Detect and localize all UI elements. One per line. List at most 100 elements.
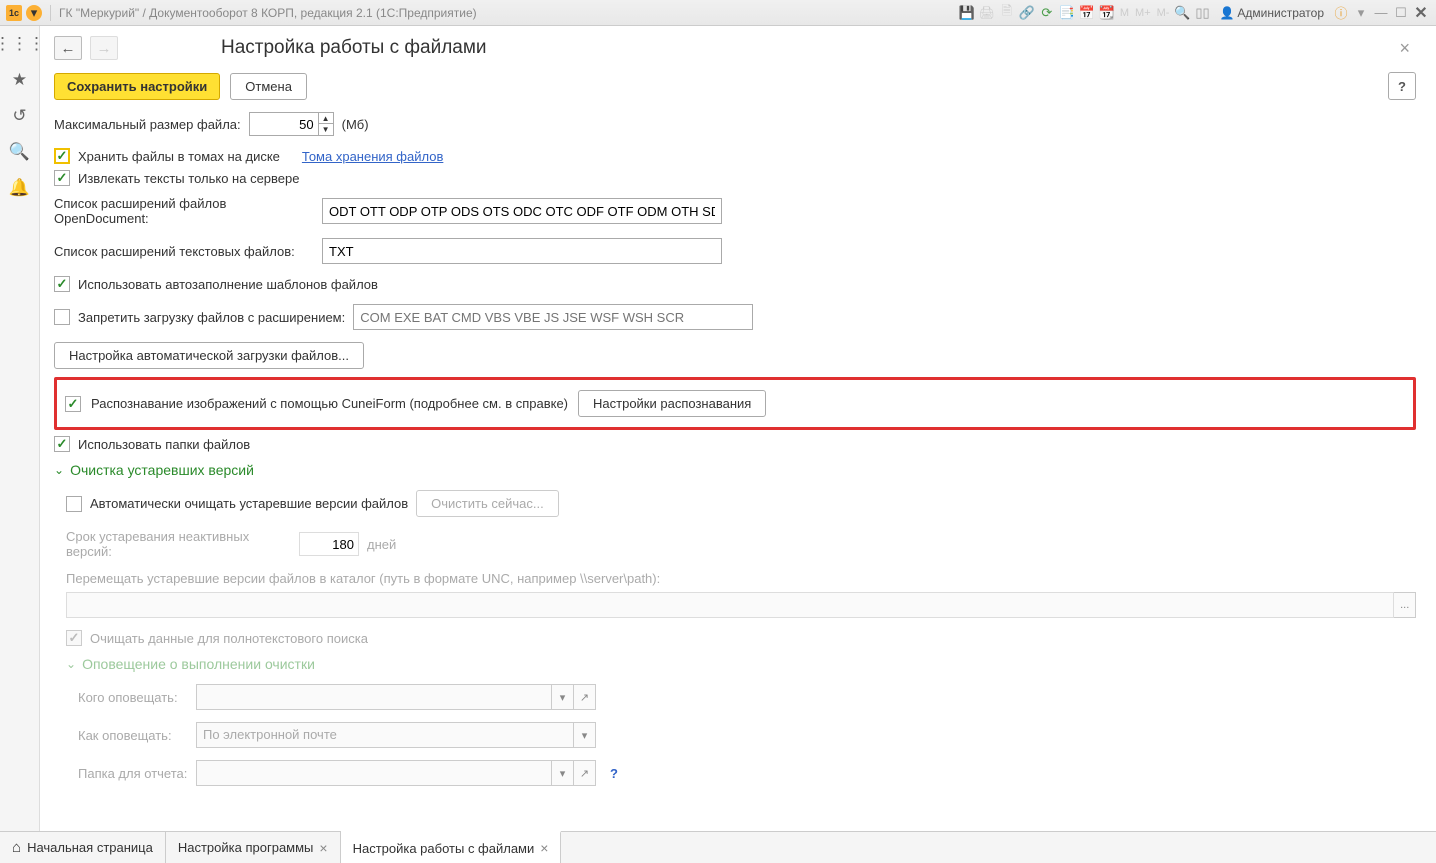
save-icon[interactable]: 💾 bbox=[958, 4, 976, 22]
search-icon[interactable]: 🔍 bbox=[8, 140, 32, 164]
clean-now-button[interactable]: Очистить сейчас... bbox=[416, 490, 559, 517]
extract-server-checkbox[interactable] bbox=[54, 170, 70, 186]
link-icon[interactable]: 🔗 bbox=[1018, 4, 1036, 22]
panels-icon[interactable]: ▯▯ bbox=[1193, 4, 1211, 22]
zoom-icon[interactable]: 🔍 bbox=[1173, 4, 1191, 22]
who-label: Кого оповещать: bbox=[78, 690, 188, 705]
notify-section-title: Оповещение о выполнении очистки bbox=[82, 656, 315, 672]
txt-ext-input[interactable] bbox=[322, 238, 722, 264]
ocr-label: Распознавание изображений с помощью Cune… bbox=[91, 396, 568, 411]
deny-ext-input[interactable] bbox=[353, 304, 753, 330]
apps-icon[interactable]: ⋮⋮⋮ bbox=[8, 32, 32, 56]
deny-ext-label: Запретить загрузку файлов с расширением: bbox=[78, 310, 345, 325]
move-path-input bbox=[66, 592, 1394, 618]
app-menu-icon[interactable]: ▾ bbox=[26, 5, 42, 21]
how-input: По электронной почте bbox=[196, 722, 574, 748]
how-label: Как оповещать: bbox=[78, 728, 188, 743]
ocr-settings-button[interactable]: Настройки распознавания bbox=[578, 390, 766, 417]
age-label: Срок устаревания неактивных версий: bbox=[66, 529, 291, 559]
home-icon: ⌂ bbox=[12, 839, 21, 856]
chevron-down-icon: ⌄ bbox=[54, 463, 64, 477]
history-icon[interactable]: ↺ bbox=[8, 104, 32, 128]
mplus-indicator: M+ bbox=[1133, 7, 1153, 19]
refresh-icon[interactable]: ⟳ bbox=[1038, 4, 1056, 22]
store-volumes-label: Хранить файлы в томах на диске bbox=[78, 149, 280, 164]
report-folder-open-button[interactable]: ↗ bbox=[574, 760, 596, 786]
clear-fulltext-label: Очищать данные для полнотекстового поиск… bbox=[90, 631, 368, 646]
tab-program-settings-label: Настройка программы bbox=[178, 840, 314, 855]
taskbar: ⌂ Начальная страница Настройка программы… bbox=[0, 831, 1436, 863]
mb-label: (Мб) bbox=[342, 117, 369, 132]
calendar2-icon[interactable]: 📆 bbox=[1098, 4, 1116, 22]
report-folder-input bbox=[196, 760, 552, 786]
auto-clean-label: Автоматически очищать устаревшие версии … bbox=[90, 496, 408, 511]
back-button[interactable]: ← bbox=[54, 36, 82, 60]
move-path-browse-button[interactable]: ... bbox=[1394, 592, 1416, 618]
who-open-button[interactable]: ↗ bbox=[574, 684, 596, 710]
txt-ext-label: Список расширений текстовых файлов: bbox=[54, 244, 314, 259]
tab-home[interactable]: ⌂ Начальная страница bbox=[0, 832, 166, 863]
report-folder-dropdown-button[interactable]: ▾ bbox=[552, 760, 574, 786]
tab-close-icon[interactable]: × bbox=[319, 840, 327, 856]
star-icon[interactable]: ★ bbox=[8, 68, 32, 92]
who-dropdown-button[interactable]: ▾ bbox=[552, 684, 574, 710]
max-size-input[interactable] bbox=[249, 112, 319, 136]
move-path-label: Перемещать устаревшие версии файлов в ка… bbox=[66, 571, 1416, 586]
cancel-button[interactable]: Отмена bbox=[230, 73, 307, 100]
auto-clean-checkbox[interactable] bbox=[66, 496, 82, 512]
extract-server-label: Извлекать тексты только на сервере bbox=[78, 171, 299, 186]
use-folders-checkbox[interactable] bbox=[54, 436, 70, 452]
dropdown-icon[interactable]: ▾ bbox=[1352, 4, 1370, 22]
titlebar: 1c ▾ ГК "Меркурий" / Документооборот 8 К… bbox=[0, 0, 1436, 26]
calculator-icon[interactable]: 📑 bbox=[1058, 4, 1076, 22]
minimize-icon[interactable]: — bbox=[1372, 4, 1390, 22]
close-icon[interactable]: ✕ bbox=[1412, 3, 1430, 23]
maximize-icon[interactable]: ☐ bbox=[1392, 4, 1410, 22]
m-indicator: M bbox=[1118, 7, 1131, 19]
cleanup-section-header[interactable]: ⌄ Очистка устаревших версий bbox=[54, 462, 1416, 478]
forward-button[interactable]: → bbox=[90, 36, 118, 60]
max-size-spinner[interactable]: ▲▼ bbox=[319, 112, 334, 136]
days-label: дней bbox=[367, 537, 396, 552]
ocr-checkbox[interactable] bbox=[65, 396, 81, 412]
mminus-indicator: M- bbox=[1155, 7, 1172, 19]
preview-icon[interactable]: 🗎 bbox=[998, 4, 1016, 22]
use-templates-checkbox[interactable] bbox=[54, 276, 70, 292]
ocr-highlight-box: Распознавание изображений с помощью Cune… bbox=[54, 377, 1416, 430]
deny-ext-checkbox[interactable] bbox=[54, 309, 70, 325]
report-folder-label: Папка для отчета: bbox=[78, 766, 188, 781]
chevron-down-icon: ⌄ bbox=[66, 657, 76, 671]
save-settings-button[interactable]: Сохранить настройки bbox=[54, 73, 220, 100]
use-folders-label: Использовать папки файлов bbox=[78, 437, 250, 452]
max-size-label: Максимальный размер файла: bbox=[54, 117, 241, 132]
main-content: ← → Настройка работы с файлами × Сохрани… bbox=[40, 26, 1436, 831]
help-button[interactable]: ? bbox=[1388, 72, 1416, 100]
age-input bbox=[299, 532, 359, 556]
notify-section-header[interactable]: ⌄ Оповещение о выполнении очистки bbox=[66, 656, 1416, 672]
tab-program-settings[interactable]: Настройка программы × bbox=[166, 832, 341, 863]
use-templates-label: Использовать автозаполнение шаблонов фай… bbox=[78, 277, 378, 292]
app-logo-icon: 1c bbox=[6, 5, 22, 21]
page-close-button[interactable]: × bbox=[1393, 38, 1416, 59]
sidebar: ⋮⋮⋮ ★ ↺ 🔍 🔔 bbox=[0, 26, 40, 831]
store-volumes-checkbox[interactable] bbox=[54, 148, 70, 164]
user-label[interactable]: 👤 Администратор bbox=[1219, 6, 1324, 20]
od-ext-label: Список расширений файлов OpenDocument: bbox=[54, 196, 314, 226]
autoload-button[interactable]: Настройка автоматической загрузки файлов… bbox=[54, 342, 364, 369]
print-icon[interactable]: 🖨 bbox=[978, 4, 996, 22]
info-icon[interactable]: ⓘ bbox=[1332, 4, 1350, 22]
tab-file-settings[interactable]: Настройка работы с файлами × bbox=[341, 831, 562, 863]
how-dropdown-button[interactable]: ▾ bbox=[574, 722, 596, 748]
clear-fulltext-checkbox bbox=[66, 630, 82, 646]
bell-icon[interactable]: 🔔 bbox=[8, 176, 32, 200]
cleanup-section-title: Очистка устаревших версий bbox=[70, 462, 254, 478]
window-title: ГК "Меркурий" / Документооборот 8 КОРП, … bbox=[59, 6, 477, 20]
who-input bbox=[196, 684, 552, 710]
calendar-icon[interactable]: 📅 bbox=[1078, 4, 1096, 22]
tab-file-settings-label: Настройка работы с файлами bbox=[353, 841, 535, 856]
od-ext-input[interactable] bbox=[322, 198, 722, 224]
report-folder-help-icon[interactable]: ? bbox=[610, 766, 618, 781]
tab-close-icon[interactable]: × bbox=[540, 840, 548, 856]
page-title: Настройка работы с файлами bbox=[221, 37, 487, 59]
volumes-link[interactable]: Тома хранения файлов bbox=[302, 149, 443, 164]
